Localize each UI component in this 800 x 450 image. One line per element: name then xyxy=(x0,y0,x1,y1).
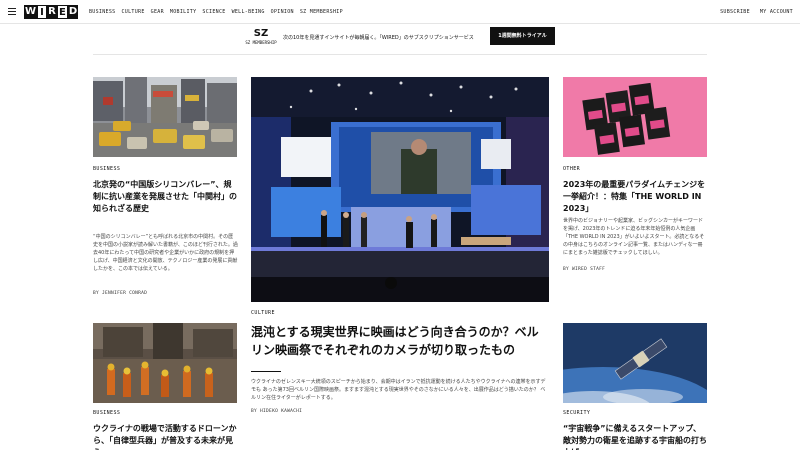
article-image-drones-ukraine[interactable] xyxy=(93,323,237,403)
nav-opinion[interactable]: OPINION xyxy=(271,9,294,15)
nav-mobility[interactable]: MOBILITY xyxy=(170,9,196,15)
magazines-photo xyxy=(563,77,707,157)
article-byline[interactable]: BY WIRED STAFF xyxy=(563,267,605,272)
article-title[interactable]: 2023年の最重要パラダイムチェンジを一挙紹介！：特集「THE WORLD IN… xyxy=(563,179,707,215)
banner-copy: 次の10年を見通すインサイトが毎朝届く。「WIRED」のサブスクリプションサービ… xyxy=(283,35,474,41)
article-image-world-in-2023[interactable] xyxy=(563,77,707,157)
logo-letter: E xyxy=(57,5,68,19)
nav-science[interactable]: SCIENCE xyxy=(202,9,225,15)
nav-sz-membership[interactable]: SZ MEMBERSHIP xyxy=(300,9,343,15)
nav-well-being[interactable]: WELL-BEING xyxy=(232,9,265,15)
sz-membership-logo[interactable]: SZ SZ MEMBERSHIP xyxy=(245,28,277,45)
feature-article-image[interactable] xyxy=(251,77,549,302)
sz-logo-mark: SZ xyxy=(253,28,269,39)
wired-logo[interactable]: W I R E D xyxy=(24,5,79,19)
logo-letter: R xyxy=(47,5,58,19)
membership-banner: SZ SZ MEMBERSHIP 次の10年を見通すインサイトが毎朝届く。「WI… xyxy=(93,24,707,55)
top-navigation-bar: W I R E D BUSINESS CULTURE GEAR MOBILITY… xyxy=(0,0,800,24)
logo-letter: I xyxy=(37,5,48,19)
satellite-photo xyxy=(563,323,707,403)
film-festival-stage-photo xyxy=(251,77,549,302)
feature-divider xyxy=(251,371,281,372)
street-photo xyxy=(93,77,237,157)
article-category[interactable]: CULTURE xyxy=(251,310,275,316)
article-byline[interactable]: BY JENNIFER CONRAD xyxy=(93,291,147,296)
article-byline[interactable]: BY HIDEKO KAWACHI xyxy=(251,409,302,414)
my-account-link[interactable]: MY ACCOUNT xyxy=(760,9,793,15)
feature-article-title[interactable]: 混沌とする現実世界に映画はどう向き合うのか？ベルリン映画祭でそれぞれのカメラが切… xyxy=(251,323,549,359)
article-image-zhongguancun[interactable] xyxy=(93,77,237,157)
article-title[interactable]: ウクライナの戦場で活動するドローンから、「自律型兵器」が普及する未来が見え xyxy=(93,423,238,450)
nav-business[interactable]: BUSINESS xyxy=(89,9,115,15)
logo-letter: D xyxy=(67,5,79,19)
article-title[interactable]: 北京発の“中国版シリコンバレー”、規制に抗い産業を発展させた「中関村」の知られざ… xyxy=(93,179,238,215)
article-excerpt: “中国のシリコンバレー”とも呼ばれる北京市の中関村。その歴史を中国の小説家が読み… xyxy=(93,234,238,272)
sz-logo-text: SZ MEMBERSHIP xyxy=(245,40,277,45)
article-title[interactable]: “宇宙戦争”に備えるスタートアップ、敵対勢力の衛星を追跡する宇宙船の打ち上げ xyxy=(563,423,707,450)
rubble-photo xyxy=(93,323,237,403)
article-category[interactable]: BUSINESS xyxy=(93,166,120,172)
article-category[interactable]: SECURITY xyxy=(563,410,590,416)
article-excerpt: ウクライナのゼレンスキー大統領のスピーチから始まり、会期中はイランで抵抗運動を続… xyxy=(251,379,546,401)
article-excerpt: 世界中のビジョナリーや起業家、ビッグシンカーがキーワードを掲げ、2023年のトレ… xyxy=(563,218,705,256)
nav-gear[interactable]: GEAR xyxy=(151,9,164,15)
article-category[interactable]: OTHER xyxy=(563,166,580,172)
nav-culture[interactable]: CULTURE xyxy=(121,9,144,15)
menu-icon[interactable] xyxy=(8,8,16,15)
article-image-space-startup[interactable] xyxy=(563,323,707,403)
account-nav: SUBSCRIBE MY ACCOUNT xyxy=(710,0,793,24)
free-trial-button[interactable]: 1週間無料トライアル xyxy=(490,27,555,45)
article-category[interactable]: BUSINESS xyxy=(93,410,120,416)
logo-letter: W xyxy=(24,5,38,19)
subscribe-link[interactable]: SUBSCRIBE xyxy=(720,9,750,15)
main-nav: BUSINESS CULTURE GEAR MOBILITY SCIENCE W… xyxy=(89,0,349,24)
